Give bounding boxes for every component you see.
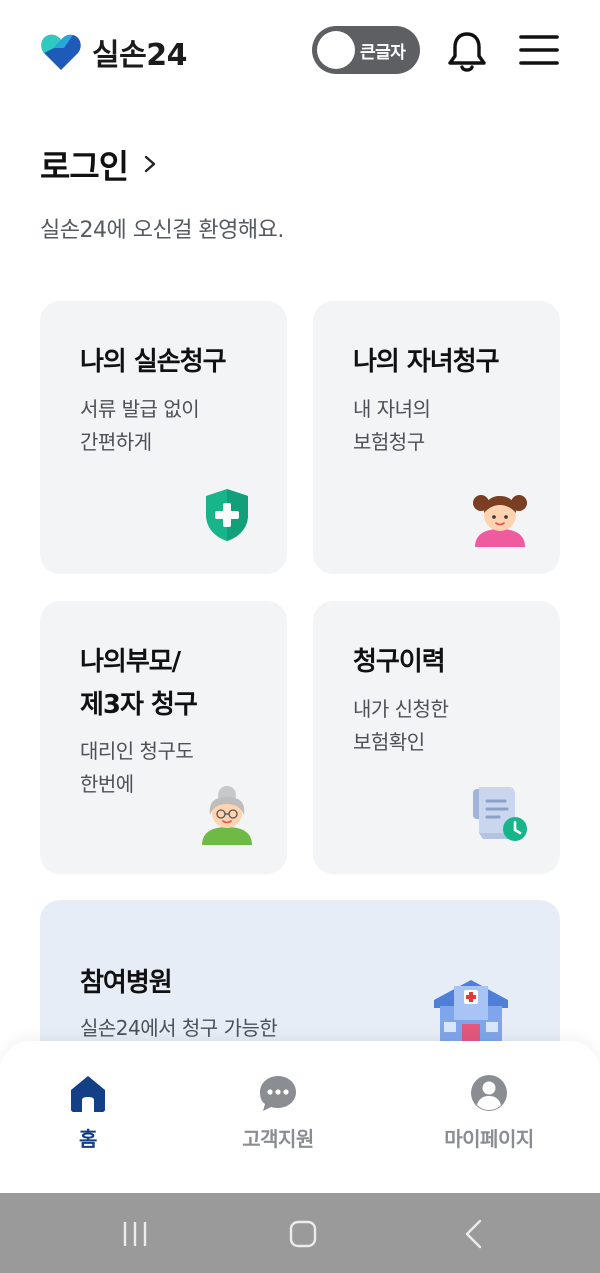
nav-my-page[interactable]: 마이페이지 (428, 1073, 550, 1152)
card-title: 나의 실손청구 (80, 347, 227, 377)
grandparent-avatar-icon (202, 786, 252, 845)
chevron-right-icon (144, 155, 156, 173)
large-font-toggle[interactable]: 큰글자 (312, 26, 420, 74)
nav-label: 고객지원 (242, 1127, 314, 1151)
card-parent-third-party-claim[interactable]: 나의부모/ 제3자 청구 대리인 청구도 한번에 (40, 601, 287, 874)
chat-bubble-icon (260, 1076, 296, 1111)
card-title-line1: 나의부모/ (80, 647, 181, 677)
document-clock-icon (473, 787, 527, 841)
bell-icon[interactable] (444, 28, 490, 74)
card-desc-line2: 한번에 (80, 772, 134, 796)
recent-apps-icon[interactable] (118, 1217, 152, 1251)
system-navigation-bar (0, 1193, 600, 1273)
toggle-knob (317, 31, 355, 69)
card-claim-history[interactable]: 청구이력 내가 신청한 보험확인 (313, 601, 560, 874)
card-desc-line1: 내가 신청한 (353, 697, 449, 721)
app-name: 실손24 (92, 38, 187, 73)
card-desc-line1: 대리인 청구도 (80, 739, 194, 763)
toggle-label: 큰글자 (360, 43, 406, 63)
app-logo[interactable]: 실손24 (40, 30, 187, 74)
back-icon[interactable] (458, 1217, 492, 1251)
system-home-icon[interactable] (286, 1217, 320, 1251)
card-desc-line2: 간편하게 (80, 430, 152, 454)
card-desc: 실손24에서 청구 가능한 (80, 1016, 278, 1040)
user-circle-icon (471, 1075, 507, 1111)
home-icon (71, 1076, 105, 1112)
nav-label: 홈 (79, 1127, 97, 1151)
card-title-line2: 제3자 청구 (80, 690, 198, 720)
card-title: 청구이력 (353, 647, 446, 677)
card-desc-line1: 서류 발급 없이 (80, 397, 200, 421)
nav-home[interactable]: 홈 (58, 1073, 118, 1152)
card-title: 참여병원 (80, 968, 173, 998)
card-child-claim[interactable]: 나의 자녀청구 내 자녀의 보험청구 (313, 301, 560, 574)
card-desc-line2: 보험확인 (353, 730, 425, 754)
heart-logo-icon (41, 34, 81, 70)
card-desc-line1: 내 자녀의 (353, 397, 431, 421)
hamburger-menu-icon[interactable] (518, 32, 560, 68)
child-avatar-icon (473, 495, 527, 547)
nav-customer-support[interactable]: 고객지원 (218, 1073, 338, 1152)
login-title: 로그인 (40, 147, 129, 186)
bottom-navigation: 홈 고객지원 마이페이지 (0, 1041, 600, 1193)
card-title: 나의 자녀청구 (353, 347, 500, 377)
login-link[interactable]: 로그인 (40, 140, 158, 188)
card-my-claim[interactable]: 나의 실손청구 서류 발급 없이 간편하게 (40, 301, 287, 574)
app-header: 실손24 큰글자 (0, 0, 600, 100)
nav-label: 마이페이지 (444, 1127, 534, 1151)
welcome-text: 실손24에 오신걸 환영해요. (40, 218, 284, 243)
card-desc-line2: 보험청구 (353, 430, 425, 454)
shield-plus-icon (206, 489, 248, 541)
